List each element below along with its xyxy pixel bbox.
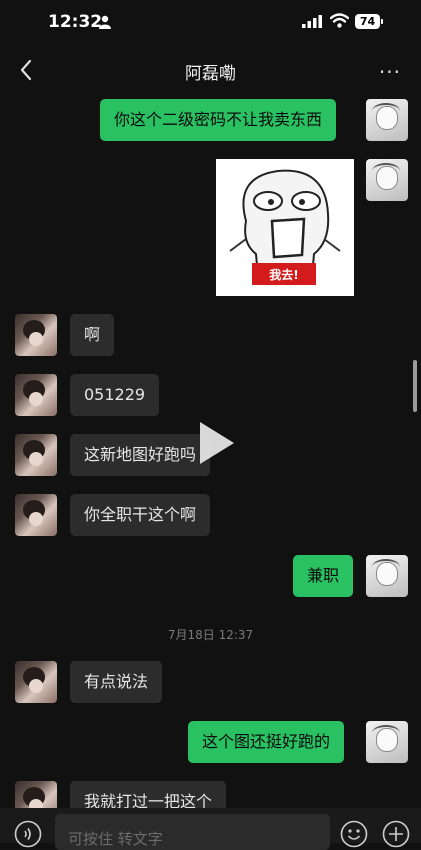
message-bubble-outgoing[interactable]: 你这个二级密码不让我卖东西: [100, 99, 337, 141]
message-bubble-outgoing[interactable]: 这个图还挺好跑的: [188, 721, 345, 763]
play-icon[interactable]: [196, 420, 236, 466]
input-placeholder: 可按住 转文字: [68, 830, 163, 848]
my-avatar[interactable]: [366, 721, 408, 763]
input-bar: 可按住 转文字: [0, 808, 421, 850]
message-bubble-incoming[interactable]: 你全职干这个啊: [70, 494, 211, 536]
scrollbar-thumb[interactable]: [413, 360, 417, 412]
contact-avatar[interactable]: [15, 661, 57, 703]
sticker-image[interactable]: 我去!: [216, 159, 354, 296]
my-avatar[interactable]: [366, 99, 408, 141]
contact-avatar[interactable]: [15, 494, 57, 536]
message-bubble-incoming[interactable]: 有点说法: [70, 661, 163, 703]
signal-icon: [302, 15, 322, 28]
my-avatar[interactable]: [366, 159, 408, 201]
message-bubble-outgoing[interactable]: 兼职: [293, 555, 354, 597]
status-bar: 12:32 74: [0, 0, 421, 44]
my-avatar[interactable]: [366, 555, 408, 597]
wifi-icon: [330, 13, 349, 28]
message-input[interactable]: 可按住 转文字: [55, 814, 330, 850]
contact-avatar[interactable]: [15, 434, 57, 476]
chat-title: 阿磊嘞: [185, 64, 236, 84]
contact-avatar[interactable]: [15, 314, 57, 356]
message-bubble-incoming[interactable]: 051229: [70, 374, 160, 416]
battery-icon: 74: [355, 14, 383, 29]
plus-icon[interactable]: [382, 820, 410, 848]
sticker-caption: 我去!: [269, 268, 299, 282]
person-icon: [99, 15, 111, 29]
message-bubble-incoming[interactable]: 这新地图好跑吗: [70, 434, 211, 476]
voice-icon[interactable]: [14, 820, 42, 848]
emoji-icon[interactable]: [340, 820, 368, 848]
contact-avatar[interactable]: [15, 374, 57, 416]
message-timestamp: 7月18日 12:37: [167, 628, 254, 642]
message-bubble-incoming[interactable]: 啊: [70, 314, 115, 356]
more-options-icon[interactable]: ···: [379, 60, 401, 84]
chat-header: 阿磊嘞 ···: [0, 44, 421, 96]
status-time: 12:32: [48, 12, 103, 32]
